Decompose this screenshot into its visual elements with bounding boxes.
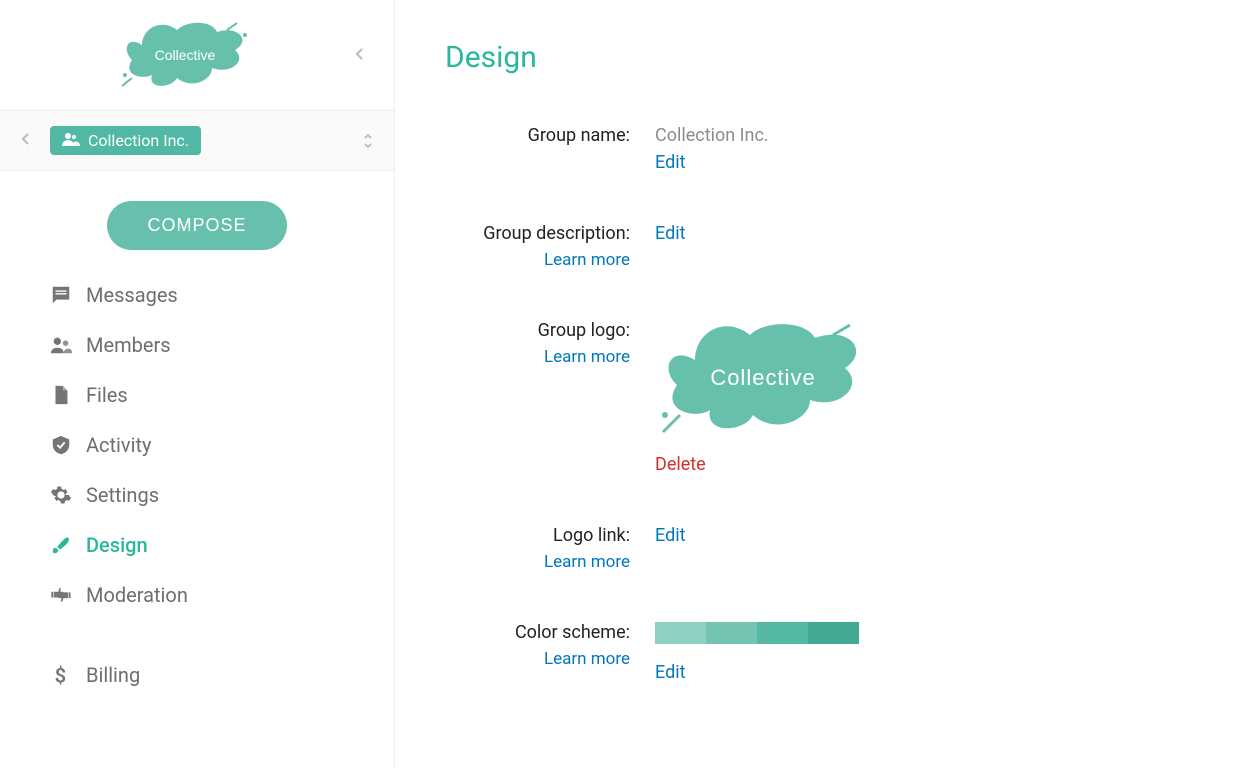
edit-group-description-link[interactable]: Edit xyxy=(655,223,685,244)
group-chip-label: Collection Inc. xyxy=(88,131,189,150)
svg-text:$: $ xyxy=(55,664,67,686)
value-group-name: Collection Inc. xyxy=(655,125,769,146)
sidebar-item-messages[interactable]: Messages xyxy=(0,270,394,320)
learn-more-group-description-link[interactable]: Learn more xyxy=(445,250,630,270)
group-chip[interactable]: Collection Inc. xyxy=(50,126,201,155)
brand-logo[interactable]: Collective xyxy=(20,20,354,90)
group-people-icon xyxy=(62,131,80,150)
group-logo-preview: Collective xyxy=(655,320,875,444)
gear-icon xyxy=(50,484,86,506)
sidebar-item-files[interactable]: Files xyxy=(0,370,394,420)
collective-logo-icon: Collective xyxy=(655,320,875,440)
nav-label: Files xyxy=(86,383,128,407)
group-back-icon[interactable] xyxy=(20,131,30,150)
nav-label: Activity xyxy=(86,433,151,457)
collective-logo-icon: Collective xyxy=(117,20,257,90)
row-logo-link: Logo link: Learn more Edit xyxy=(445,525,1192,572)
main-content: Design Group name: Collection Inc. Edit … xyxy=(395,0,1242,768)
sidebar-header: Collective xyxy=(0,0,394,111)
nav-label: Design xyxy=(86,533,148,557)
edit-group-name-link[interactable]: Edit xyxy=(655,152,685,173)
members-icon xyxy=(50,334,86,356)
nav-label: Messages xyxy=(86,283,178,307)
sort-toggle-icon[interactable] xyxy=(362,132,374,150)
edit-color-scheme-link[interactable]: Edit xyxy=(655,662,685,683)
page-title: Design xyxy=(445,40,1192,75)
edit-logo-link-link[interactable]: Edit xyxy=(655,525,685,546)
svg-text:Collective: Collective xyxy=(710,365,815,390)
sidebar: Collective Collection Inc. xyxy=(0,0,395,768)
color-swatch-1[interactable] xyxy=(655,622,706,644)
nav-label: Billing xyxy=(86,663,140,687)
compose-button[interactable]: COMPOSE xyxy=(107,201,286,250)
brush-icon xyxy=(50,534,86,556)
shield-icon xyxy=(50,434,86,456)
label-group-logo: Group logo: xyxy=(538,320,630,341)
sidebar-item-billing[interactable]: $ Billing xyxy=(0,650,394,700)
row-group-description: Group description: Learn more Edit xyxy=(445,223,1192,270)
label-color-scheme: Color scheme: xyxy=(515,622,630,643)
delete-logo-link[interactable]: Delete xyxy=(655,454,706,475)
label-group-description: Group description: xyxy=(483,223,630,244)
dollar-icon: $ xyxy=(50,664,86,686)
sidebar-item-members[interactable]: Members xyxy=(0,320,394,370)
row-group-logo: Group logo: Learn more Collective Delete xyxy=(445,320,1192,475)
label-logo-link: Logo link: xyxy=(553,525,630,546)
color-swatch-3[interactable] xyxy=(757,622,808,644)
group-selector-row: Collection Inc. xyxy=(0,111,394,171)
label-group-name: Group name: xyxy=(528,125,630,146)
nav-label: Members xyxy=(86,333,171,357)
sidebar-item-activity[interactable]: Activity xyxy=(0,420,394,470)
row-color-scheme: Color scheme: Learn more Edit xyxy=(445,622,1192,683)
thumbs-icon xyxy=(50,584,86,606)
sidebar-item-settings[interactable]: Settings xyxy=(0,470,394,520)
collapse-sidebar-icon[interactable] xyxy=(354,46,364,65)
file-icon xyxy=(50,384,86,406)
color-swatch-4[interactable] xyxy=(808,622,859,644)
learn-more-group-logo-link[interactable]: Learn more xyxy=(445,347,630,367)
color-swatch-2[interactable] xyxy=(706,622,757,644)
svg-text:Collective: Collective xyxy=(155,47,216,63)
sidebar-item-moderation[interactable]: Moderation xyxy=(0,570,394,620)
learn-more-color-scheme-link[interactable]: Learn more xyxy=(445,649,630,669)
nav-label: Moderation xyxy=(86,583,188,607)
messages-icon xyxy=(50,284,86,306)
sidebar-nav: Messages Members Files Activity xyxy=(0,270,394,700)
nav-label: Settings xyxy=(86,483,159,507)
sidebar-item-design[interactable]: Design xyxy=(0,520,394,570)
learn-more-logo-link-link[interactable]: Learn more xyxy=(445,552,630,572)
row-group-name: Group name: Collection Inc. Edit xyxy=(445,125,1192,173)
color-swatches xyxy=(655,622,1192,644)
